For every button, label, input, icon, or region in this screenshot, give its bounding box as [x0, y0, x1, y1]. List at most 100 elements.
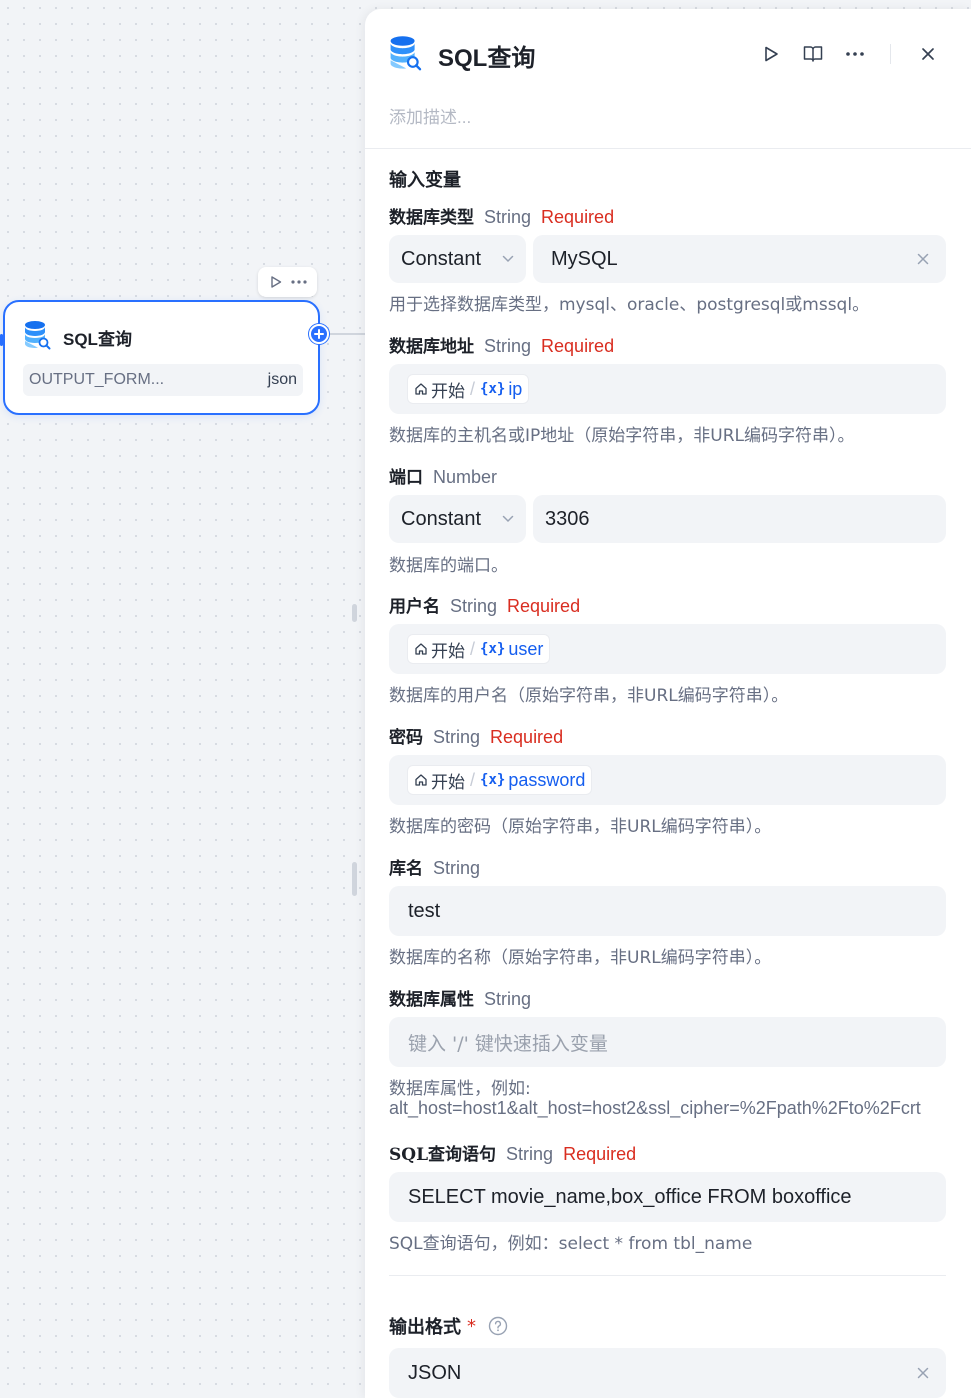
section-divider	[389, 1275, 946, 1276]
required-tag: Required	[541, 336, 615, 356]
field-label-db-name: 库名 String	[389, 854, 480, 879]
close-icon	[917, 253, 929, 265]
field-help-text: SQL查询语句，例如：select * from tbl_name	[389, 1234, 753, 1254]
field-help-text: 数据库的密码（原始字符串，非URL编码字符串）。	[389, 817, 772, 837]
run-node-button[interactable]	[266, 272, 286, 292]
database-search-icon	[388, 35, 422, 75]
node-title: SQL查询	[63, 329, 132, 349]
field-help-text: 数据库属性，例如:	[389, 1079, 531, 1099]
port-value: 3306	[545, 507, 590, 530]
play-icon	[271, 276, 281, 288]
field-type: String	[484, 207, 532, 227]
variable-reference-tag[interactable]: 开始 / {x} user	[407, 634, 551, 664]
sql-query-input[interactable]: SELECT movie_name,box_office FROM boxoff…	[389, 1172, 946, 1222]
field-type: Number	[433, 467, 498, 487]
db-name-input[interactable]: test	[389, 886, 946, 936]
resize-grip[interactable]	[352, 862, 357, 896]
port-input[interactable]: 3306	[533, 495, 946, 543]
db-host-variable-input[interactable]: 开始 / {x} ip	[389, 364, 946, 414]
more-options-button[interactable]	[842, 41, 868, 67]
node-output-variable: OUTPUT_FORM... json	[23, 364, 303, 396]
field-label-db-host: 数据库地址 String Required	[389, 332, 614, 357]
ref-variable-name: password	[508, 769, 586, 790]
db-props-input[interactable]: 键入 '/' 键快速插入变量	[389, 1017, 946, 1067]
ref-variable-name: user	[508, 638, 544, 659]
output-format-label: 输出格式 *	[389, 1313, 508, 1339]
node-toolbar	[258, 267, 317, 297]
more-icon	[846, 52, 864, 56]
sql-query-value: SELECT movie_name,box_office FROM boxoff…	[408, 1185, 852, 1208]
field-name: 数据库类型	[389, 208, 474, 228]
field-type: String	[484, 989, 532, 1009]
field-type: String	[484, 336, 532, 356]
input-placeholder: 键入 '/' 键快速插入变量	[408, 1032, 608, 1055]
panel-header: SQL查询 添加描述...	[365, 9, 971, 149]
book-open-icon	[803, 46, 823, 62]
plus-icon	[314, 329, 324, 339]
field-name: 用户名	[389, 597, 440, 617]
input-variables-title: 输入变量	[389, 170, 461, 191]
chevron-down-icon	[502, 255, 514, 263]
output-variable-name: OUTPUT_FORM...	[29, 371, 165, 388]
add-next-node-button[interactable]	[309, 324, 329, 344]
required-tag: Required	[541, 207, 615, 227]
home-icon	[415, 643, 427, 655]
variable-icon: {x}	[480, 641, 506, 657]
port-mode-select[interactable]: Constant	[389, 495, 526, 543]
required-asterisk: *	[467, 1315, 476, 1337]
db-type-value: MySQL	[551, 247, 618, 270]
field-help-text: 数据库的名称（原始字符串，非URL编码字符串）。	[389, 948, 772, 968]
output-variable-type: json	[267, 371, 297, 388]
header-divider	[890, 44, 891, 64]
field-help-text: 数据库的主机名或IP地址（原始字符串，非URL编码字符串）。	[389, 426, 855, 446]
variable-reference-tag[interactable]: 开始 / {x} password	[407, 765, 593, 795]
field-label-db-props: 数据库属性 String	[389, 985, 531, 1010]
node-settings-panel: SQL查询 添加描述... 输入变量 数据库类型 String Required…	[365, 9, 971, 1398]
field-label-password: 密码 String Required	[389, 723, 563, 748]
db-name-value: test	[408, 899, 441, 922]
field-name: 数据库属性	[389, 990, 474, 1010]
node-header: SQL查询	[23, 320, 132, 354]
connection-edge	[329, 333, 366, 335]
separator: /	[470, 638, 476, 659]
database-search-icon	[23, 320, 51, 354]
field-name: 密码	[389, 728, 423, 748]
db-type-value-select[interactable]: MySQL	[533, 235, 946, 283]
required-tag: Required	[490, 727, 564, 747]
node-more-button[interactable]	[289, 272, 309, 292]
password-variable-input[interactable]: 开始 / {x} password	[389, 755, 946, 805]
field-name: 端口	[389, 468, 423, 488]
field-label-db-type: 数据库类型 String Required	[389, 203, 614, 228]
field-help-text: 用于选择数据库类型，mysql、oracle、postgresql或mssql。	[389, 295, 870, 315]
chevron-down-icon	[502, 515, 514, 523]
help-docs-button[interactable]	[800, 41, 826, 67]
output-format-title: 输出格式	[389, 1317, 461, 1338]
sql-query-node[interactable]: SQL查询 OUTPUT_FORM... json	[3, 300, 320, 415]
db-type-mode-select[interactable]: Constant	[389, 235, 526, 283]
field-name: SQL查询语句	[389, 1145, 497, 1165]
ref-node-name: 开始	[431, 381, 465, 402]
description-input[interactable]: 添加描述...	[389, 103, 471, 128]
ref-variable-name: ip	[508, 378, 523, 399]
run-step-button[interactable]	[758, 41, 784, 67]
clear-button[interactable]	[914, 1364, 932, 1382]
clear-button[interactable]	[914, 250, 932, 268]
variable-reference-tag[interactable]: 开始 / {x} ip	[407, 374, 530, 404]
field-label-username: 用户名 String Required	[389, 592, 580, 617]
panel-title[interactable]: SQL查询	[438, 38, 535, 73]
field-type: String	[450, 596, 498, 616]
separator: /	[470, 378, 476, 399]
username-variable-input[interactable]: 开始 / {x} user	[389, 624, 946, 674]
field-help-text: 数据库的端口。	[389, 556, 508, 576]
required-tag: Required	[563, 1144, 637, 1164]
close-panel-button[interactable]	[915, 41, 941, 67]
field-type: String	[433, 727, 481, 747]
resize-grip[interactable]	[352, 604, 357, 622]
help-circle-icon[interactable]	[488, 1316, 508, 1336]
required-tag: Required	[507, 596, 581, 616]
field-name: 数据库地址	[389, 337, 474, 357]
output-format-select[interactable]: JSON	[389, 1348, 946, 1398]
more-icon	[291, 280, 307, 284]
play-icon	[765, 46, 778, 62]
field-type: String	[433, 858, 481, 878]
